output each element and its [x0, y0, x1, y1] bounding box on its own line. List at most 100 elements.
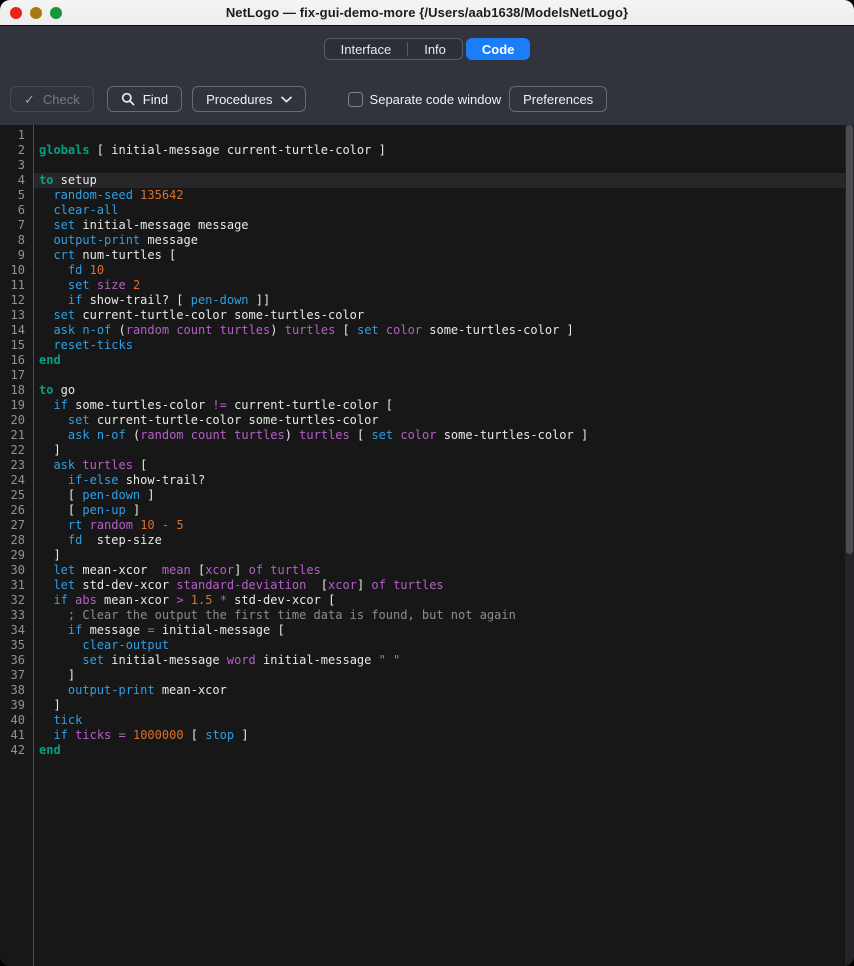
- code-line[interactable]: 11 set size 2: [0, 278, 854, 293]
- code-line-text[interactable]: reset-ticks: [33, 338, 854, 353]
- tab-code[interactable]: Code: [466, 38, 531, 60]
- code-line-text[interactable]: output-print mean-xcor: [33, 683, 854, 698]
- code-line-text[interactable]: set current-turtle-color some-turtles-co…: [33, 413, 854, 428]
- code-line[interactable]: 42end: [0, 743, 854, 758]
- code-line[interactable]: 6 clear-all: [0, 203, 854, 218]
- code-line[interactable]: 32 if abs mean-xcor > 1.5 * std-dev-xcor…: [0, 593, 854, 608]
- code-line[interactable]: 39 ]: [0, 698, 854, 713]
- code-line[interactable]: 21 ask n-of (random count turtles) turtl…: [0, 428, 854, 443]
- code-line[interactable]: 1: [0, 128, 854, 143]
- code-line-text[interactable]: if ticks = 1000000 [ stop ]: [33, 728, 854, 743]
- tab-interface[interactable]: Interface: [325, 39, 408, 59]
- code-line-text[interactable]: [33, 158, 854, 173]
- code-line[interactable]: 30 let mean-xcor mean [xcor] of turtles: [0, 563, 854, 578]
- code-line-text[interactable]: set initial-message message: [33, 218, 854, 233]
- preferences-button[interactable]: Preferences: [509, 86, 607, 112]
- code-token: ; Clear the output the first time data i…: [39, 608, 516, 622]
- code-line-text[interactable]: tick: [33, 713, 854, 728]
- code-token: standard-deviation: [176, 578, 306, 592]
- code-line[interactable]: 4to setup: [0, 173, 854, 188]
- code-line-text[interactable]: end: [33, 353, 854, 368]
- code-line[interactable]: 2globals [ initial-message current-turtl…: [0, 143, 854, 158]
- code-line-text[interactable]: to go: [33, 383, 854, 398]
- code-line[interactable]: 5 random-seed 135642: [0, 188, 854, 203]
- code-line-text[interactable]: ]: [33, 548, 854, 563]
- code-line-text[interactable]: set size 2: [33, 278, 854, 293]
- close-button[interactable]: [10, 7, 22, 19]
- code-line-text[interactable]: to setup: [33, 173, 854, 188]
- zoom-button[interactable]: [50, 7, 62, 19]
- minimize-button[interactable]: [30, 7, 42, 19]
- code-line-text[interactable]: fd 10: [33, 263, 854, 278]
- code-line[interactable]: 9 crt num-turtles [: [0, 248, 854, 263]
- code-line[interactable]: 10 fd 10: [0, 263, 854, 278]
- code-line-text[interactable]: [33, 368, 854, 383]
- code-line[interactable]: 35 clear-output: [0, 638, 854, 653]
- code-line-text[interactable]: crt num-turtles [: [33, 248, 854, 263]
- code-line[interactable]: 16end: [0, 353, 854, 368]
- code-line[interactable]: 28 fd step-size: [0, 533, 854, 548]
- code-line[interactable]: 13 set current-turtle-color some-turtles…: [0, 308, 854, 323]
- code-line-text[interactable]: let mean-xcor mean [xcor] of turtles: [33, 563, 854, 578]
- code-line[interactable]: 3: [0, 158, 854, 173]
- code-line[interactable]: 34 if message = initial-message [: [0, 623, 854, 638]
- code-line-text[interactable]: globals [ initial-message current-turtle…: [33, 143, 854, 158]
- code-line[interactable]: 41 if ticks = 1000000 [ stop ]: [0, 728, 854, 743]
- code-line-text[interactable]: ask turtles [: [33, 458, 854, 473]
- code-line-text[interactable]: [33, 128, 854, 143]
- tab-info[interactable]: Info: [408, 39, 462, 59]
- code-line[interactable]: 12 if show-trail? [ pen-down ]]: [0, 293, 854, 308]
- code-line-text[interactable]: clear-all: [33, 203, 854, 218]
- code-line[interactable]: 37 ]: [0, 668, 854, 683]
- code-line[interactable]: 22 ]: [0, 443, 854, 458]
- code-line-text[interactable]: set current-turtle-color some-turtles-co…: [33, 308, 854, 323]
- code-line[interactable]: 19 if some-turtles-color != current-turt…: [0, 398, 854, 413]
- code-line-text[interactable]: output-print message: [33, 233, 854, 248]
- code-line[interactable]: 23 ask turtles [: [0, 458, 854, 473]
- code-line-text[interactable]: ask n-of (random count turtles) turtles …: [33, 323, 854, 338]
- code-line-text[interactable]: if-else show-trail?: [33, 473, 854, 488]
- code-line-text[interactable]: if message = initial-message [: [33, 623, 854, 638]
- code-line-text[interactable]: clear-output: [33, 638, 854, 653]
- code-line[interactable]: 15 reset-ticks: [0, 338, 854, 353]
- code-line[interactable]: 40 tick: [0, 713, 854, 728]
- code-line-text[interactable]: if show-trail? [ pen-down ]]: [33, 293, 854, 308]
- code-line-text[interactable]: [ pen-up ]: [33, 503, 854, 518]
- code-line-text[interactable]: random-seed 135642: [33, 188, 854, 203]
- check-button[interactable]: ✓ Check: [10, 86, 94, 112]
- code-line[interactable]: 8 output-print message: [0, 233, 854, 248]
- code-line[interactable]: 29 ]: [0, 548, 854, 563]
- code-editor[interactable]: 12globals [ initial-message current-turt…: [0, 125, 854, 966]
- code-line-text[interactable]: let std-dev-xcor standard-deviation [xco…: [33, 578, 854, 593]
- code-line[interactable]: 25 [ pen-down ]: [0, 488, 854, 503]
- code-line-text[interactable]: rt random 10 - 5: [33, 518, 854, 533]
- procedures-dropdown[interactable]: Procedures: [192, 86, 305, 112]
- code-line[interactable]: 26 [ pen-up ]: [0, 503, 854, 518]
- scrollbar-thumb[interactable]: [846, 125, 853, 554]
- code-line-text[interactable]: ]: [33, 698, 854, 713]
- code-line[interactable]: 24 if-else show-trail?: [0, 473, 854, 488]
- code-line[interactable]: 36 set initial-message word initial-mess…: [0, 653, 854, 668]
- code-line[interactable]: 14 ask n-of (random count turtles) turtl…: [0, 323, 854, 338]
- code-line[interactable]: 20 set current-turtle-color some-turtles…: [0, 413, 854, 428]
- code-line[interactable]: 27 rt random 10 - 5: [0, 518, 854, 533]
- code-line[interactable]: 31 let std-dev-xcor standard-deviation […: [0, 578, 854, 593]
- code-line-text[interactable]: ]: [33, 668, 854, 683]
- code-line-text[interactable]: set initial-message word initial-message…: [33, 653, 854, 668]
- code-line-text[interactable]: end: [33, 743, 854, 758]
- find-button[interactable]: Find: [107, 86, 182, 112]
- code-line-text[interactable]: ask n-of (random count turtles) turtles …: [33, 428, 854, 443]
- code-line-text[interactable]: if some-turtles-color != current-turtle-…: [33, 398, 854, 413]
- code-line-text[interactable]: [ pen-down ]: [33, 488, 854, 503]
- code-line-text[interactable]: ]: [33, 443, 854, 458]
- code-line-text[interactable]: fd step-size: [33, 533, 854, 548]
- code-line[interactable]: 17: [0, 368, 854, 383]
- separate-code-window-checkbox[interactable]: [348, 92, 363, 107]
- code-line-text[interactable]: if abs mean-xcor > 1.5 * std-dev-xcor [: [33, 593, 854, 608]
- code-line[interactable]: 7 set initial-message message: [0, 218, 854, 233]
- code-line-text[interactable]: ; Clear the output the first time data i…: [33, 608, 854, 623]
- vertical-scrollbar[interactable]: [845, 125, 854, 966]
- code-line[interactable]: 33 ; Clear the output the first time dat…: [0, 608, 854, 623]
- code-line[interactable]: 38 output-print mean-xcor: [0, 683, 854, 698]
- code-line[interactable]: 18to go: [0, 383, 854, 398]
